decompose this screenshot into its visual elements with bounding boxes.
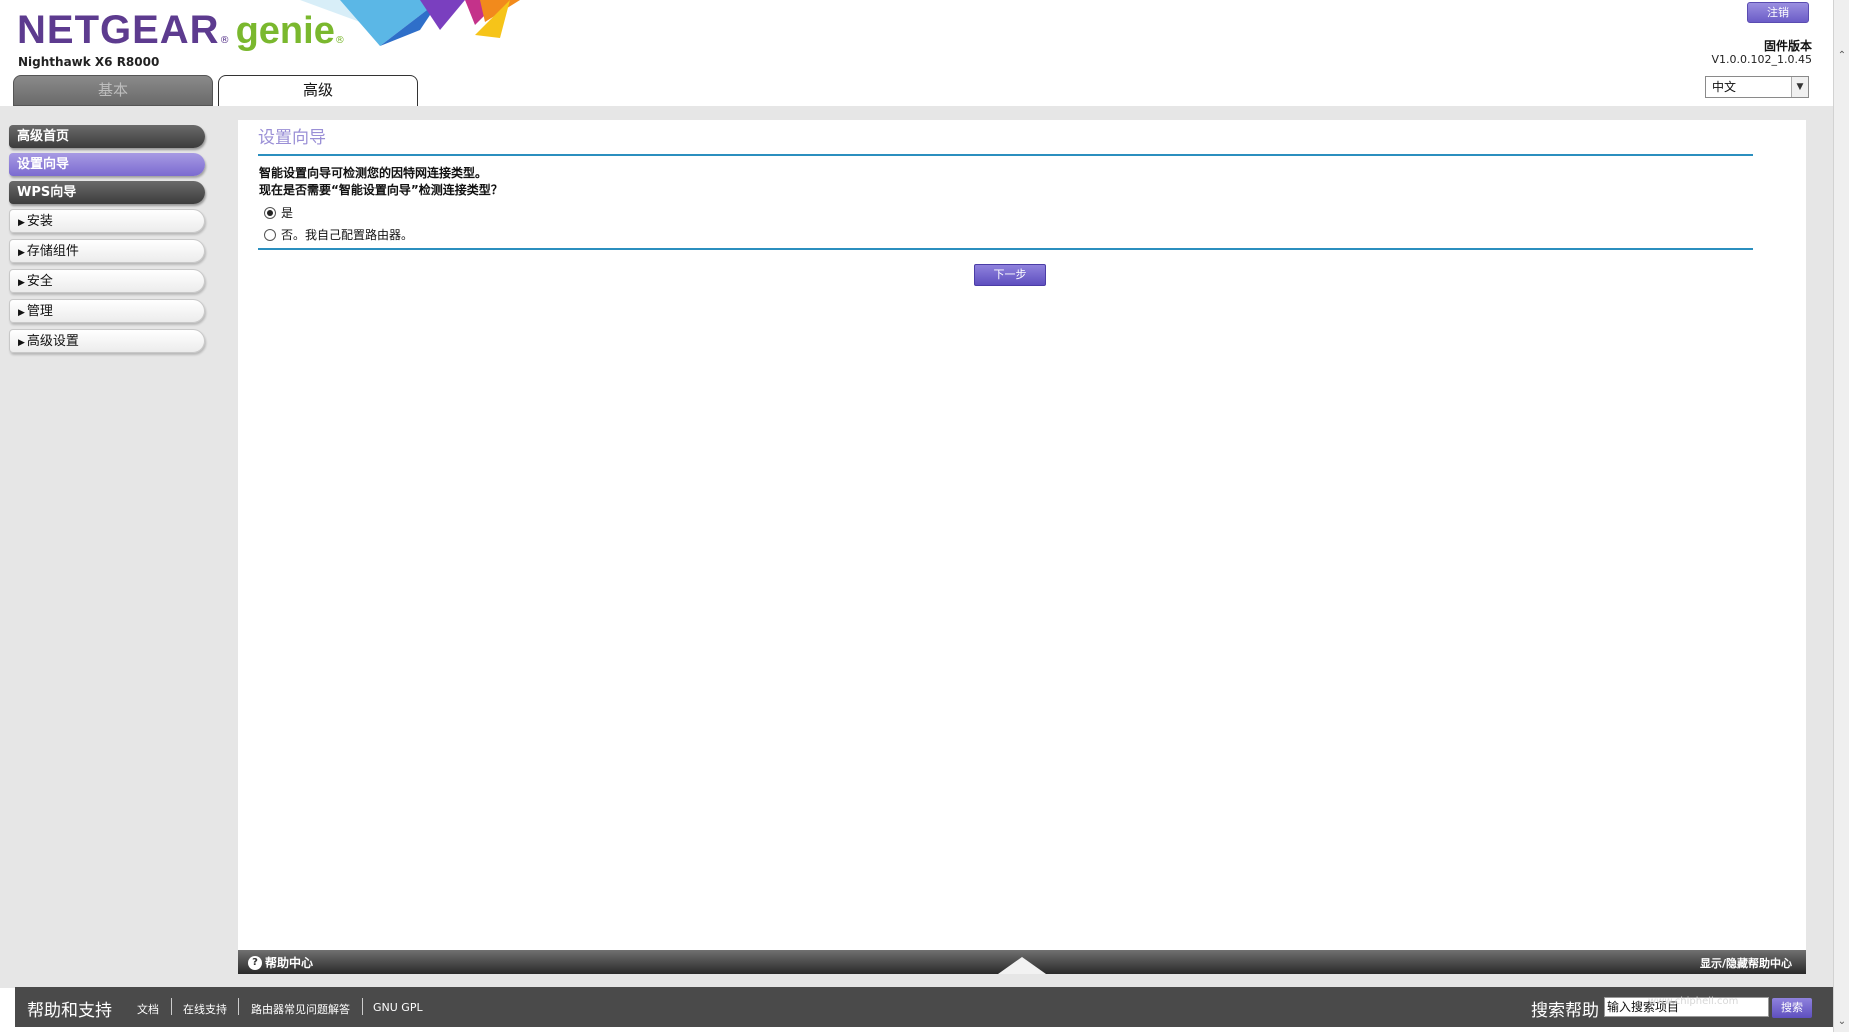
main-panel: 设置向导 智能设置向导可检测您的因特网连接类型。 现在是否需要“智能设置向导”检…	[238, 120, 1806, 950]
footer-link-online-support[interactable]: 在线支持	[183, 1001, 227, 1017]
radio-label-no: 否。我自己配置路由器。	[281, 228, 414, 242]
logo-reg-mark: ®	[219, 35, 230, 46]
firmware-label: 固件版本	[1763, 39, 1812, 53]
help-center-bar: ? 帮助中心 显示/隐藏帮助中心	[238, 950, 1806, 974]
language-selected-value: 中文	[1712, 80, 1737, 94]
sidebar: 高级首页 设置向导 WPS向导 ▶ 安装 ▶ 存储组件 ▶ 安全 ▶ 管理 ▶ 高级设置	[9, 125, 205, 359]
logo-netgear-text: NETGEAR	[17, 8, 220, 52]
tab-basic[interactable]: 基本	[13, 75, 213, 106]
bottom-divider	[258, 248, 1753, 250]
watermark: www.chiphell.com	[1648, 996, 1739, 1007]
scroll-up-icon[interactable]: ⌃	[1836, 50, 1848, 62]
expand-up-icon[interactable]	[998, 957, 1046, 974]
sidebar-item-wps-wizard[interactable]: WPS向导	[9, 181, 205, 204]
footer-link-documentation[interactable]: 文档	[137, 1001, 159, 1017]
question-mark-icon: ?	[248, 955, 262, 970]
logout-button[interactable]: 注销	[1747, 2, 1809, 23]
search-help-label: 搜索帮助	[1531, 1001, 1599, 1021]
triangle-right-icon: ▶	[18, 338, 25, 348]
radio-button-yes[interactable]	[264, 206, 276, 219]
intro-line-1: 智能设置向导可检测您的因特网连接类型。	[259, 166, 488, 180]
help-toggle-label[interactable]: 显示/隐藏帮助中心	[1700, 955, 1792, 971]
sidebar-item-setup[interactable]: ▶ 安装	[9, 209, 205, 233]
sidebar-item-usb-storage[interactable]: ▶ 存储组件	[9, 239, 205, 263]
triangle-right-icon: ▶	[18, 278, 25, 288]
sidebar-item-label: 高级设置	[26, 334, 79, 349]
scroll-down-icon[interactable]: ⌄	[1836, 1016, 1848, 1028]
triangle-right-icon: ▶	[18, 218, 25, 228]
vertical-scrollbar[interactable]: ⌃ ⌄	[1833, 0, 1849, 1032]
decorative-shapes-icon	[300, 0, 520, 46]
search-button[interactable]: 搜索	[1772, 998, 1812, 1018]
firmware-version: V1.0.0.102_1.0.45	[1711, 53, 1813, 66]
page-title: 设置向导	[258, 128, 326, 148]
radio-option-yes[interactable]: 是	[264, 204, 293, 221]
tab-advanced[interactable]: 高级	[218, 75, 418, 106]
footer-link-gnu-gpl[interactable]: GNU GPL	[373, 1001, 423, 1014]
intro-line-2: 现在是否需要“智能设置向导”检测连接类型？	[259, 183, 503, 197]
sidebar-item-administration[interactable]: ▶ 管理	[9, 299, 205, 323]
help-center-label: 帮助中心	[265, 956, 314, 970]
sidebar-item-label: 管理	[26, 304, 53, 319]
triangle-right-icon: ▶	[18, 248, 25, 258]
triangle-right-icon: ▶	[18, 308, 25, 318]
help-center-link[interactable]: ? 帮助中心	[248, 954, 313, 971]
sidebar-item-label: 安全	[26, 274, 53, 289]
sidebar-item-advanced-setup[interactable]: ▶ 高级设置	[9, 329, 205, 353]
next-button[interactable]: 下一步	[974, 264, 1046, 286]
sidebar-item-label: WPS向导	[17, 185, 77, 200]
sidebar-item-label: 安装	[26, 214, 53, 229]
footer-title: 帮助和支持	[27, 1001, 112, 1021]
footer-separator	[171, 998, 172, 1015]
footer-separator	[362, 998, 363, 1015]
router-model: Nighthawk X6 R8000	[18, 55, 160, 69]
top-divider	[258, 154, 1753, 156]
sidebar-item-label: 存储组件	[26, 244, 79, 259]
radio-option-no[interactable]: 否。我自己配置路由器。	[264, 226, 413, 243]
header: NETGEAR ® genie ® Nighthawk X6 R8000 注销 …	[0, 0, 1849, 106]
footer: 帮助和支持 文档 在线支持 路由器常见问题解答 GNU GPL 搜索帮助 输入搜…	[15, 987, 1833, 1027]
sidebar-item-label: 设置向导	[17, 157, 70, 172]
netgear-genie-logo: NETGEAR ® genie ®	[17, 8, 345, 54]
language-select[interactable]: 中文 ▼	[1705, 76, 1809, 98]
footer-link-router-faq[interactable]: 路由器常见问题解答	[251, 1001, 350, 1017]
sidebar-item-security[interactable]: ▶ 安全	[9, 269, 205, 293]
sidebar-item-advanced-home[interactable]: 高级首页	[9, 125, 205, 148]
radio-button-no[interactable]	[264, 228, 276, 241]
chevron-down-icon[interactable]: ▼	[1791, 77, 1808, 97]
radio-label-yes: 是	[281, 206, 294, 220]
footer-separator	[238, 998, 239, 1015]
sidebar-item-label: 高级首页	[17, 129, 70, 144]
sidebar-item-setup-wizard[interactable]: 设置向导	[9, 153, 205, 176]
intro-text: 智能设置向导可检测您的因特网连接类型。 现在是否需要“智能设置向导”检测连接类型…	[259, 165, 503, 199]
